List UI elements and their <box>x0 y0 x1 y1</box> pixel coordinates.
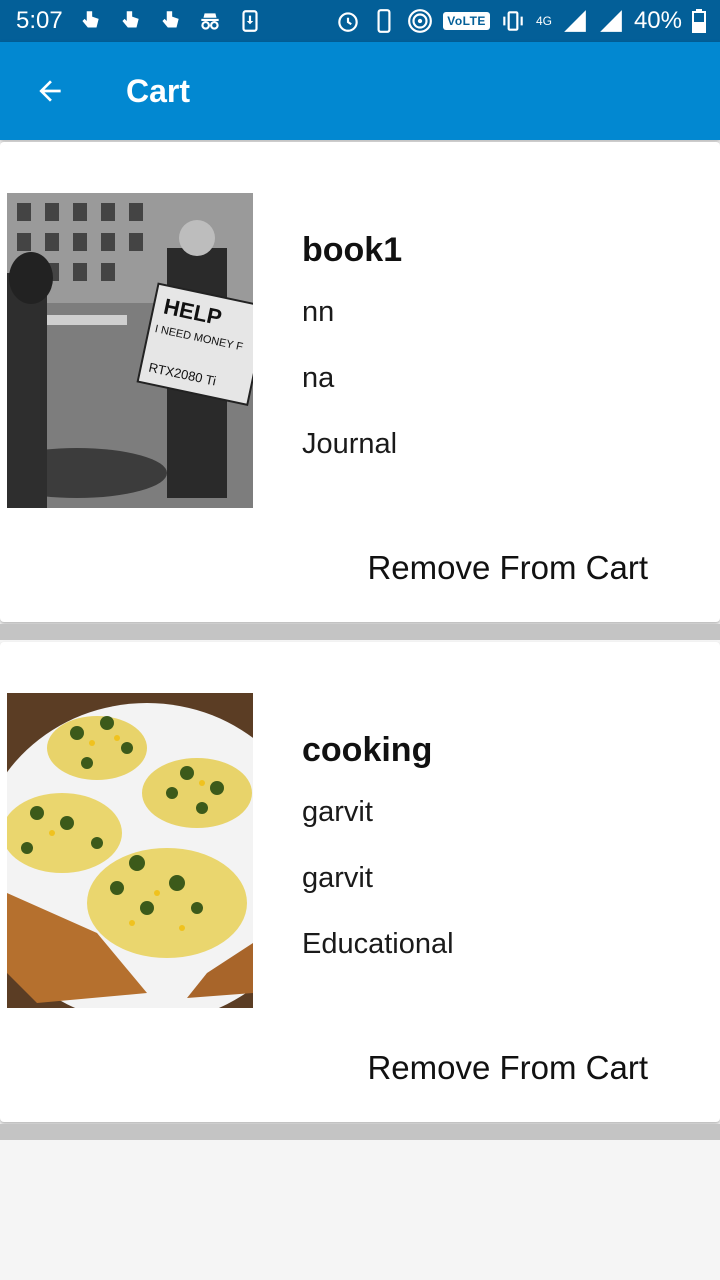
status-bar: 5:07 VoLTE 4G 40% <box>0 0 720 42</box>
item-title: book1 <box>302 231 403 269</box>
item-title: cooking <box>302 731 433 769</box>
back-button[interactable] <box>20 61 80 121</box>
item-category: Educational <box>302 928 454 960</box>
status-right: VoLTE 4G 40% <box>335 7 706 35</box>
item-detail: nn <box>302 296 335 328</box>
hotspot-icon <box>408 9 433 33</box>
vibrate-icon <box>503 11 523 31</box>
page-title: Cart <box>126 72 191 109</box>
card-separator <box>0 1124 720 1140</box>
battery-icon <box>692 9 706 33</box>
item-image: HELP I NEED MONEY F RTX2080 Ti <box>7 193 253 508</box>
download-icon <box>242 10 258 32</box>
item-detail: garvit <box>302 862 373 894</box>
remove-from-cart-button[interactable]: Remove From Cart <box>367 548 648 588</box>
card-separator <box>0 624 720 640</box>
gesture-notification-icon <box>122 11 139 28</box>
signal-icon <box>564 10 586 32</box>
gesture-notification-icon <box>82 11 99 28</box>
status-left: 5:07 <box>16 7 263 35</box>
incognito-icon <box>201 13 219 30</box>
alarm-icon <box>338 12 358 32</box>
network-type: 4G <box>535 14 552 28</box>
battery-percent: 40% <box>633 7 682 34</box>
signal-icon <box>600 10 622 32</box>
remove-from-cart-button[interactable]: Remove From Cart <box>367 1048 648 1088</box>
app-bar: Cart <box>0 42 720 140</box>
item-detail: na <box>302 362 335 394</box>
item-info: book1 nn na Journal <box>302 230 402 490</box>
cart-item-card: HELP I NEED MONEY F RTX2080 Ti book1 nn … <box>0 142 720 622</box>
item-detail: garvit <box>302 796 373 828</box>
status-time: 5:07 <box>16 7 63 34</box>
phone-icon <box>377 9 391 33</box>
item-category: Journal <box>302 428 398 460</box>
item-info: cooking garvit garvit Educational <box>302 730 454 990</box>
cart-item-card: cooking garvit garvit Educational Remove… <box>0 642 720 1122</box>
arrow-back-icon <box>39 80 61 102</box>
item-image <box>7 693 253 1008</box>
volte-badge: VoLTE <box>443 12 490 30</box>
gesture-notification-icon <box>162 11 179 28</box>
